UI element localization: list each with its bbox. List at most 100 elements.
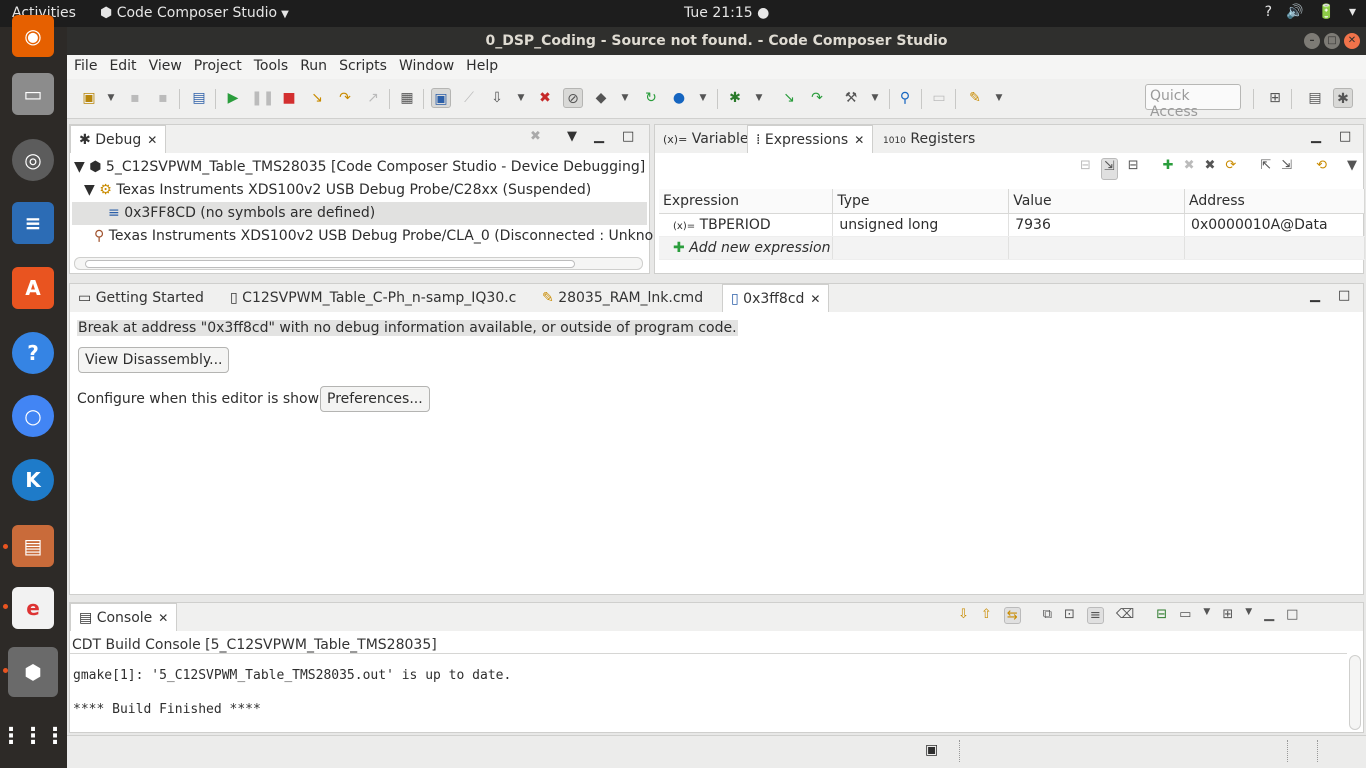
open-perspective-icon[interactable]: ⊞ [1265, 88, 1285, 108]
scrollbar-thumb[interactable] [85, 260, 575, 268]
maximize-view-icon[interactable]: □ [622, 129, 634, 144]
copy-icon[interactable]: ⧉ [1043, 607, 1052, 624]
collapse-icon[interactable]: ⊟ [1128, 158, 1139, 180]
column-value[interactable]: Value [1008, 189, 1186, 214]
expression-value[interactable]: 7936 [1008, 213, 1186, 237]
ccs-debug-perspective-icon[interactable]: ✱ [1333, 88, 1353, 108]
tab-expressions[interactable]: ⁞ Expressions ✕ [747, 125, 874, 153]
collapse-icon[interactable]: ▼ [74, 159, 85, 175]
breakpoint-icon[interactable]: ✖ [535, 88, 555, 108]
reset-dropdown-icon[interactable]: ▼ [693, 88, 713, 108]
maximize-view-icon[interactable]: □ [1286, 607, 1298, 624]
minimize-view-icon[interactable]: ▁ [1310, 288, 1320, 303]
menu-edit[interactable]: Edit [108, 55, 143, 79]
skip-breakpoints-icon[interactable]: ⊘ [563, 88, 583, 108]
ccs-edit-perspective-icon[interactable]: ▤ [1305, 88, 1325, 108]
step-over-icon[interactable]: ↷ [335, 88, 355, 108]
debug-dropdown-icon[interactable]: ▼ [749, 88, 769, 108]
new-icon[interactable]: ▣ [79, 88, 99, 108]
vertical-scrollbar[interactable] [1349, 655, 1361, 730]
menu-window[interactable]: Window [398, 55, 461, 79]
step-into-asm-icon[interactable]: ↘ [779, 88, 799, 108]
next-error-icon[interactable]: ⇩ [958, 607, 969, 624]
reset-icon[interactable]: ● [669, 88, 689, 108]
open-dropdown-icon[interactable]: ▼ [1245, 607, 1252, 624]
pin-icon[interactable]: ✎ [965, 88, 985, 108]
cube-app-icon[interactable]: ⬢ [8, 647, 58, 697]
tab-registers[interactable]: 1010 Registers [875, 125, 983, 153]
pin-console-icon[interactable]: ⊟ [1156, 607, 1167, 624]
view-menu-icon[interactable]: ▼ [1347, 158, 1357, 180]
menu-scripts[interactable]: Scripts [338, 55, 394, 79]
load-dropdown-icon[interactable]: ▼ [511, 88, 531, 108]
volume-icon[interactable]: 🔊 [1286, 4, 1303, 20]
tree-item-stack-frame[interactable]: ≡ 0x3FF8CD (no symbols are defined) [72, 202, 647, 225]
minimize-view-icon[interactable]: ▁ [1311, 129, 1321, 144]
close-icon[interactable]: ✕ [147, 133, 157, 147]
view-menu-icon[interactable]: ▼ [567, 129, 577, 144]
kile-icon[interactable]: K [12, 459, 54, 501]
speaker-app-icon[interactable]: ◎ [12, 139, 54, 181]
maximize-view-icon[interactable]: □ [1338, 288, 1350, 303]
writer-icon[interactable]: ≡ [12, 202, 54, 244]
connect-icon[interactable]: ▣ [431, 88, 451, 108]
build-dropdown-icon[interactable]: ▼ [865, 88, 885, 108]
tab-getting-started[interactable]: ▭ Getting Started [70, 284, 212, 312]
collapse-icon[interactable]: ▼ [84, 182, 95, 198]
quick-access-input[interactable]: Quick Access [1145, 84, 1241, 120]
flash-icon[interactable]: ◆ [591, 88, 611, 108]
preferences-button[interactable]: Preferences... [320, 386, 430, 412]
system-tray[interactable]: ? 🔊 🔋 ▾ [1265, 4, 1356, 20]
system-menu-icon[interactable]: ▾ [1349, 4, 1356, 20]
menu-help[interactable]: Help [465, 55, 505, 79]
close-icon[interactable]: ✕ [158, 611, 168, 625]
pin-dropdown-icon[interactable]: ▼ [989, 88, 1009, 108]
menu-view[interactable]: View [148, 55, 189, 79]
flash-dropdown-icon[interactable]: ▼ [615, 88, 635, 108]
export-icon[interactable]: ⇲ [1281, 158, 1292, 180]
debug-bug-icon[interactable]: ✱ [725, 88, 745, 108]
tasks-icon[interactable]: ▣ [925, 742, 938, 758]
table-row[interactable]: (x)= TBPERIOD unsigned long 7936 0x00000… [659, 213, 1365, 237]
console-output[interactable]: gmake[1]: '5_C12SVPWM_Table_TMS28035.out… [70, 653, 1347, 732]
remove-all-icon[interactable]: ✖ [1204, 158, 1215, 180]
clock[interactable]: Tue 21:15 ● [684, 5, 769, 21]
tab-console[interactable]: ▤ Console ✕ [70, 603, 178, 631]
close-button[interactable]: ✕ [1344, 33, 1360, 49]
view-disassembly-button[interactable]: View Disassembly... [78, 347, 230, 373]
app-menu-button[interactable]: ⬢ Code Composer Studio ▼ [100, 5, 289, 21]
link-icon[interactable]: ⇆ [1003, 607, 1021, 624]
menu-tools[interactable]: Tools [253, 55, 296, 79]
import-icon[interactable]: ⇱ [1260, 158, 1271, 180]
chromium-icon[interactable]: ○ [12, 395, 54, 437]
minimize-view-icon[interactable]: ▁ [594, 129, 604, 144]
show-apps-icon[interactable]: ⋮⋮⋮ [0, 715, 66, 757]
show-type-icon[interactable]: ⇲ [1100, 158, 1118, 180]
maximize-view-icon[interactable]: □ [1339, 129, 1351, 144]
tab-c-source[interactable]: ▯ C12SVPWM_Table_C-Ph_n-samp_IQ30.c [222, 284, 524, 312]
load-program-icon[interactable]: ⇩ [487, 88, 507, 108]
maximize-button[interactable]: □ [1324, 33, 1340, 49]
tab-address[interactable]: ▯ 0x3ff8cd ✕ [722, 284, 830, 312]
display-dropdown-icon[interactable]: ▼ [1203, 607, 1210, 624]
tree-item-probe-c28xx[interactable]: ▼ ⚙ Texas Instruments XDS100v2 USB Debug… [84, 179, 591, 202]
clear-console-icon[interactable]: ⌫ [1116, 607, 1134, 624]
debug-view-icon[interactable]: ▤ [189, 88, 209, 108]
tree-item-project[interactable]: ▼ ⬢ 5_C12SVPWM_Table_TMS28035 [Code Comp… [74, 156, 645, 179]
column-type[interactable]: Type [832, 189, 1010, 214]
step-over-asm-icon[interactable]: ↷ [807, 88, 827, 108]
tab-linker-cmd[interactable]: ✎ 28035_RAM_lnk.cmd [534, 284, 711, 312]
archive-manager-icon[interactable]: ▤ [12, 525, 54, 567]
lock-icon[interactable]: ⊡ [1064, 607, 1075, 624]
horizontal-scrollbar[interactable] [74, 257, 643, 270]
add-expression-icon[interactable]: ✚ [1163, 158, 1174, 180]
add-expression-row[interactable]: ✚ Add new expression [659, 236, 1365, 260]
menu-file[interactable]: File [73, 55, 104, 79]
search-icon[interactable]: ⚲ [895, 88, 915, 108]
step-into-icon[interactable]: ↘ [307, 88, 327, 108]
help-icon[interactable]: ? [1265, 4, 1272, 20]
files-icon[interactable]: ▭ [12, 73, 54, 115]
terminate-icon[interactable]: ■ [279, 88, 299, 108]
ccs-ide-icon[interactable]: e [12, 587, 54, 629]
battery-icon[interactable]: 🔋 [1318, 4, 1335, 20]
